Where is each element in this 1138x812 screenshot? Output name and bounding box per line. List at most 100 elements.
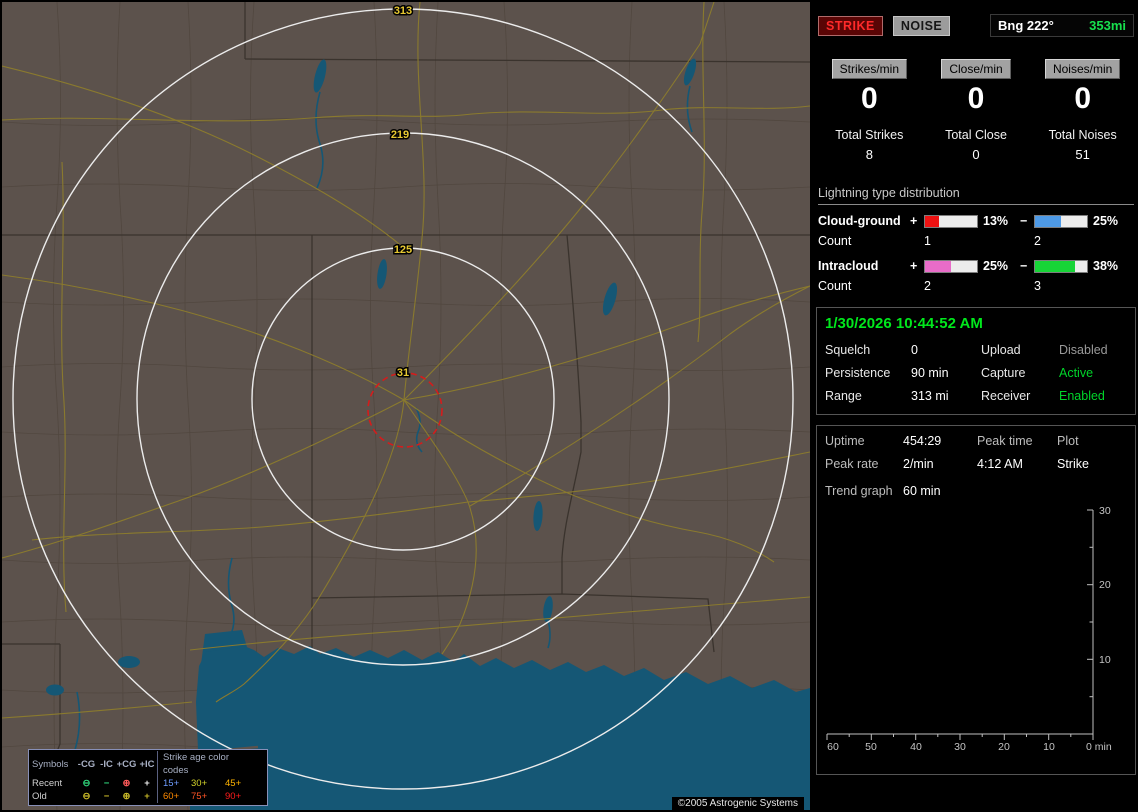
strikes-per-min-column: Strikes/min 0 Total Strikes 8 xyxy=(816,59,923,162)
legend-symbols-header: Symbols xyxy=(32,758,69,770)
peak-time-label: Peak time xyxy=(977,434,1033,448)
cg-minus-percent: 25% xyxy=(1093,214,1119,228)
minus-sign: − xyxy=(1020,214,1028,228)
cloud-ground-row: Cloud-ground + 13% − 25% xyxy=(818,214,1134,228)
age-label: 75+ xyxy=(191,791,208,802)
neg-ic-symbol: − xyxy=(103,791,110,802)
total-close-value: 0 xyxy=(972,147,980,162)
pos-cg-symbol: ⊕ xyxy=(122,778,131,789)
app-window: 313 219 125 31 Symbols -CG -IC +CG +IC S… xyxy=(0,0,1138,812)
status-grid: Squelch 0 Upload Disabled Persistence 90… xyxy=(825,343,1127,403)
peak-time-value: 4:12 AM xyxy=(977,457,1023,471)
total-noises-value: 51 xyxy=(1075,147,1090,162)
plus-sign: + xyxy=(910,259,918,273)
trend-ticks xyxy=(826,509,1094,740)
age-label: 30+ xyxy=(191,778,208,789)
capture-label: Capture xyxy=(981,366,1026,380)
capture-value: Active xyxy=(1059,366,1094,380)
age-label: 60+ xyxy=(157,790,191,803)
strikes-per-min-button[interactable]: Strikes/min xyxy=(831,59,907,79)
noises-per-min-value: 0 xyxy=(1074,82,1091,115)
age-label: 15+ xyxy=(157,777,191,790)
uptime-value: 454:29 xyxy=(903,434,942,448)
upload-value: Disabled xyxy=(1059,343,1108,357)
persistence-value: 90 min xyxy=(911,366,949,380)
strikes-per-min-value: 0 xyxy=(860,82,878,115)
pos-ic-symbol: + xyxy=(144,791,150,802)
bearing-value: Bng 222° xyxy=(998,18,1054,33)
close-per-min-button[interactable]: Close/min xyxy=(941,59,1011,79)
datetime-display: 1/30/2026 10:44:52 AM xyxy=(825,315,983,332)
noises-per-min-column: Noises/min 0 Total Noises 51 xyxy=(1029,59,1136,162)
total-strikes-value: 8 xyxy=(865,147,873,162)
cg-plus-percent: 13% xyxy=(983,214,1009,228)
age-label: 90+ xyxy=(225,791,242,802)
trend-graph-interval: 60 min xyxy=(903,484,941,498)
squelch-label: Squelch xyxy=(825,343,871,357)
legend-col-pos-ic: +IC xyxy=(139,758,155,770)
distance-value: 353mi xyxy=(1089,18,1126,33)
legend-row-old: Old ⊖ − ⊕ + 60+ 75+ 90+ xyxy=(32,790,264,803)
ring-label-313: 313 xyxy=(394,5,412,17)
ic-plus-bar-fill xyxy=(925,260,951,272)
status-panel: STRIKE NOISE Bng 222° 353mi Strikes/min … xyxy=(816,2,1136,810)
receiver-value: Enabled xyxy=(1059,389,1105,403)
legend-row-label: Recent xyxy=(32,778,63,789)
rate-columns: Strikes/min 0 Total Strikes 8 Close/min … xyxy=(816,59,1136,162)
neg-cg-symbol: ⊖ xyxy=(82,778,91,789)
age-label: 45+ xyxy=(225,778,242,789)
peak-rate-label: Peak rate xyxy=(825,457,879,471)
x-tick-60: 60 xyxy=(827,741,839,753)
trend-graph: 30 20 10 60 50 40 30 20 10 0 min xyxy=(826,505,1112,753)
ic-minus-bar xyxy=(1034,259,1088,273)
trend-axis-labels: 30 20 10 60 50 40 30 20 10 0 min xyxy=(827,505,1112,753)
plot-value: Strike xyxy=(1057,457,1089,471)
plot-label: Plot xyxy=(1057,434,1079,448)
ic-plus-bar xyxy=(924,259,978,273)
stats-box: Uptime 454:29 Peak time Plot Peak rate 2… xyxy=(816,425,1136,775)
minus-sign: − xyxy=(1020,259,1028,273)
ring-label-219: 219 xyxy=(391,129,409,141)
ring-label-31: 31 xyxy=(397,367,409,379)
receiver-label: Receiver xyxy=(981,389,1031,403)
ic-plus-percent: 25% xyxy=(983,259,1009,273)
legend-age-header: Strike age color codes xyxy=(157,751,255,777)
indicator-row: STRIKE NOISE Bng 222° 353mi xyxy=(818,14,1134,37)
strike-indicator[interactable]: STRIKE xyxy=(818,15,883,36)
bearing-box: Bng 222° 353mi xyxy=(990,14,1134,37)
lightning-distribution: Lightning type distribution Cloud-ground… xyxy=(816,186,1136,293)
noises-per-min-button[interactable]: Noises/min xyxy=(1044,59,1121,79)
upload-label: Upload xyxy=(981,343,1021,357)
legend-header-row: Symbols -CG -IC +CG +IC Strike age color… xyxy=(32,751,264,777)
plus-sign: + xyxy=(910,214,918,228)
x-tick-30: 30 xyxy=(954,741,966,753)
pos-cg-symbol: ⊕ xyxy=(122,791,131,802)
squelch-value: 0 xyxy=(911,343,918,357)
cloud-ground-count-row: Count 1 2 xyxy=(818,234,1134,248)
total-strikes-label: Total Strikes xyxy=(835,128,904,142)
stats-grid: Uptime 454:29 Peak time Plot Peak rate 2… xyxy=(825,434,1127,471)
ring-label-125: 125 xyxy=(394,244,412,256)
x-tick-10: 10 xyxy=(1043,741,1055,753)
distribution-title: Lightning type distribution xyxy=(818,186,1134,205)
count-label: Count xyxy=(818,279,852,293)
copyright-text: ©2005 Astrogenic Systems xyxy=(671,797,804,810)
x-tick-20: 20 xyxy=(998,741,1010,753)
cg-plus-bar xyxy=(924,214,978,228)
legend-col-neg-cg: -CG xyxy=(77,758,96,770)
map-canvas[interactable]: 313 219 125 31 xyxy=(2,2,810,810)
strike-legend: Symbols -CG -IC +CG +IC Strike age color… xyxy=(28,749,268,806)
noise-indicator[interactable]: NOISE xyxy=(892,15,951,36)
origin-label: 0 min xyxy=(1086,741,1112,753)
legend-col-neg-ic: -IC xyxy=(100,758,113,770)
trend-graph-label: Trend graph xyxy=(825,484,893,498)
persistence-label: Persistence xyxy=(825,366,891,380)
uptime-label: Uptime xyxy=(825,434,865,448)
peak-rate-value: 2/min xyxy=(903,457,934,471)
intracloud-label: Intracloud xyxy=(818,259,879,273)
cg-minus-bar-fill xyxy=(1035,215,1061,227)
legend-row-label: Old xyxy=(32,791,47,802)
legend-col-pos-cg: +CG xyxy=(116,758,137,770)
ic-minus-bar-fill xyxy=(1035,260,1075,272)
lightning-map-area: 313 219 125 31 Symbols -CG -IC +CG +IC S… xyxy=(2,2,810,810)
